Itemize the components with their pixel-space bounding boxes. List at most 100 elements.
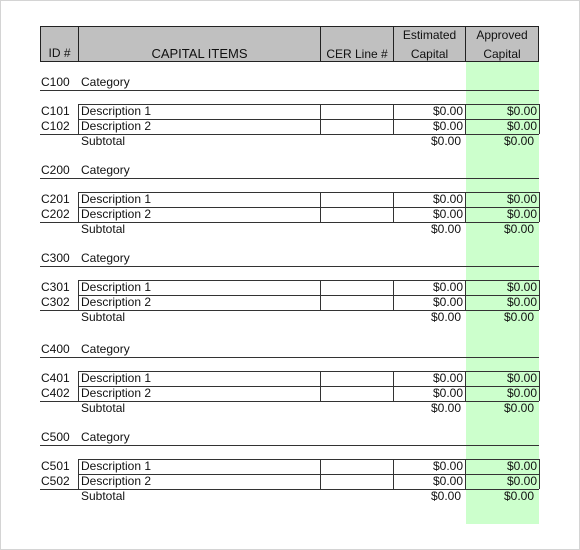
column-border — [393, 104, 394, 134]
header-approved-line1: Approved — [476, 28, 528, 42]
row-description[interactable]: Description 1 — [81, 192, 151, 207]
category-id: C500 — [41, 430, 70, 444]
row-approved[interactable]: $0.00 — [466, 474, 537, 489]
row-border — [78, 295, 539, 296]
row-approved[interactable]: $0.00 — [466, 207, 537, 222]
row-border — [78, 207, 539, 208]
subtotal-approved: $0.00 — [503, 489, 534, 503]
row-id: C202 — [41, 207, 70, 221]
category-id: C300 — [41, 251, 70, 265]
row-id: C502 — [41, 474, 70, 488]
subtotal-approved: $0.00 — [503, 134, 534, 148]
row-estimated[interactable]: $0.00 — [393, 280, 463, 295]
row-approved[interactable]: $0.00 — [466, 371, 537, 386]
row-id: C302 — [41, 295, 70, 309]
row-estimated[interactable]: $0.00 — [393, 295, 463, 310]
row-description[interactable]: Description 2 — [81, 295, 151, 310]
header-id: ID # — [41, 27, 79, 61]
row-cer[interactable] — [321, 295, 393, 310]
row-estimated[interactable]: $0.00 — [393, 474, 463, 489]
row-border — [78, 474, 539, 475]
column-border — [78, 371, 79, 401]
header-items-label: CAPITAL ITEMS — [151, 46, 248, 61]
column-border — [393, 280, 394, 310]
column-border — [320, 104, 321, 134]
subtotal-label: Subtotal — [81, 310, 126, 324]
row-description[interactable]: Description 1 — [81, 371, 151, 386]
row-approved[interactable]: $0.00 — [466, 295, 537, 310]
column-border — [393, 459, 394, 489]
column-border — [465, 104, 466, 134]
row-border — [78, 280, 539, 281]
row-description[interactable]: Description 2 — [81, 474, 151, 489]
row-cer[interactable] — [321, 280, 393, 295]
row-border — [78, 104, 539, 105]
row-id: C501 — [41, 459, 70, 473]
row-cer[interactable] — [321, 192, 393, 207]
subtotal-approved: $0.00 — [503, 310, 534, 324]
column-border — [78, 104, 79, 134]
row-cer[interactable] — [321, 104, 393, 119]
row-estimated[interactable]: $0.00 — [393, 192, 463, 207]
subtotal-estimated: $0.00 — [430, 310, 461, 324]
row-approved[interactable]: $0.00 — [466, 280, 537, 295]
column-border — [465, 192, 466, 222]
column-border — [465, 459, 466, 489]
column-border — [465, 280, 466, 310]
category-underline — [40, 266, 539, 267]
header-approved-line2: Capital — [483, 47, 521, 61]
row-cer[interactable] — [321, 459, 393, 474]
column-border — [465, 371, 466, 401]
row-id: C201 — [41, 192, 70, 206]
row-approved[interactable]: $0.00 — [466, 104, 537, 119]
row-cer[interactable] — [321, 207, 393, 222]
column-border — [539, 371, 540, 401]
category-underline — [40, 178, 539, 179]
row-cer[interactable] — [321, 371, 393, 386]
row-description[interactable]: Description 1 — [81, 104, 151, 119]
category-id: C100 — [41, 75, 70, 89]
row-description[interactable]: Description 1 — [81, 459, 151, 474]
subtotal-estimated: $0.00 — [430, 401, 461, 415]
column-border — [539, 192, 540, 222]
subtotal-estimated: $0.00 — [430, 222, 461, 236]
row-border — [78, 192, 539, 193]
row-estimated[interactable]: $0.00 — [393, 104, 463, 119]
table-header: ID # CAPITAL ITEMS CER Line # Estimated … — [40, 26, 539, 62]
row-description[interactable]: Description 2 — [81, 119, 151, 134]
row-estimated[interactable]: $0.00 — [393, 207, 463, 222]
header-estimated-line1: Estimated — [402, 28, 457, 42]
column-border — [320, 192, 321, 222]
subtotal-estimated: $0.00 — [430, 134, 461, 148]
row-approved[interactable]: $0.00 — [466, 459, 537, 474]
category-underline — [40, 90, 539, 91]
row-id: C402 — [41, 386, 70, 400]
row-cer[interactable] — [321, 119, 393, 134]
row-cer[interactable] — [321, 386, 393, 401]
row-id: C101 — [41, 104, 70, 118]
category-underline — [40, 357, 539, 358]
row-description[interactable]: Description 1 — [81, 280, 151, 295]
row-estimated[interactable]: $0.00 — [393, 459, 463, 474]
header-estimated-line2: Capital — [410, 47, 449, 61]
row-estimated[interactable]: $0.00 — [393, 386, 463, 401]
row-description[interactable]: Description 2 — [81, 386, 151, 401]
row-approved[interactable]: $0.00 — [466, 386, 537, 401]
subtotal-label: Subtotal — [81, 222, 126, 236]
row-approved[interactable]: $0.00 — [466, 119, 537, 134]
row-approved[interactable]: $0.00 — [466, 192, 537, 207]
row-id: C401 — [41, 371, 70, 385]
category-id: C200 — [41, 163, 70, 177]
subtotal-approved: $0.00 — [503, 222, 534, 236]
row-cer[interactable] — [321, 474, 393, 489]
header-estimated: Estimated Capital — [394, 27, 466, 61]
row-description[interactable]: Description 2 — [81, 207, 151, 222]
column-border — [78, 459, 79, 489]
column-border — [539, 459, 540, 489]
row-border — [78, 119, 539, 120]
category-id: C400 — [41, 342, 70, 356]
header-id-label: ID # — [48, 46, 71, 60]
row-estimated[interactable]: $0.00 — [393, 119, 463, 134]
row-estimated[interactable]: $0.00 — [393, 371, 463, 386]
category-label: Category — [81, 163, 130, 177]
